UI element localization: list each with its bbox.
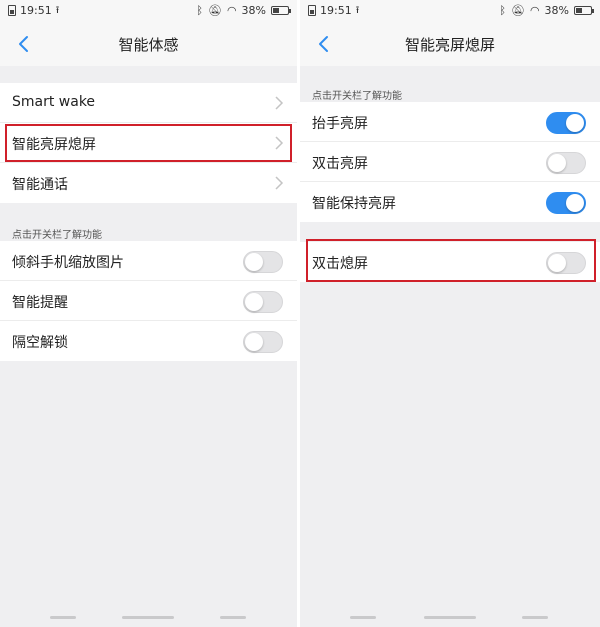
nav-item-label: Smart wake (12, 94, 96, 110)
nav-item-smart-screen[interactable]: 智能亮屏熄屏 (0, 123, 297, 163)
chevron-right-icon (275, 136, 284, 150)
chevron-right-icon (275, 96, 284, 110)
toggle-row-smart-stay-awake[interactable]: 智能保持亮屏 (300, 182, 600, 222)
page-title: 智能亮屏熄屏 (404, 36, 495, 54)
toggle-knob (245, 253, 263, 271)
toggle-switch[interactable] (546, 112, 586, 134)
toggle-switch[interactable] (546, 192, 586, 214)
toggle-switch[interactable] (243, 331, 283, 353)
mute-icon: 🔕︎ (207, 4, 222, 17)
toggle-row-double-tap-wake[interactable]: 双击亮屏 (300, 142, 600, 182)
nav-item-label: 智能亮屏熄屏 (12, 137, 96, 153)
home-bar-recent[interactable] (220, 616, 246, 619)
wifi-icon: ◠ (529, 4, 540, 17)
toggle-knob (245, 293, 263, 311)
toggle-switch[interactable] (546, 252, 586, 274)
battery-icon (574, 6, 594, 15)
toggle-list: 抬手亮屏 双击亮屏 智能保持亮屏 (300, 102, 600, 222)
nav-item-smart-call[interactable]: 智能通话 (0, 163, 297, 203)
nav-list: Smart wake 智能亮屏熄屏 智能通话 (0, 83, 297, 203)
home-bar-back[interactable] (50, 616, 76, 619)
toggle-row-air-unlock[interactable]: 隔空解锁 (0, 321, 297, 361)
mute-icon: 🔕︎ (510, 4, 525, 17)
nav-bar: 智能体感 (0, 22, 297, 66)
section-header: 点击开关栏了解功能 (12, 230, 102, 241)
section-header: 点击开关栏了解功能 (312, 91, 402, 102)
home-bar-back[interactable] (350, 616, 376, 619)
toggle-label: 隔空解锁 (12, 335, 68, 351)
toggle-label: 双击熄屏 (312, 256, 368, 272)
toggle-switch[interactable] (546, 152, 586, 174)
home-bar-home[interactable] (122, 616, 174, 619)
bluetooth-icon: ᛒ (499, 4, 506, 17)
sim-icon (8, 5, 16, 16)
toggle-knob (566, 194, 584, 212)
home-bar-home[interactable] (424, 616, 476, 619)
toggle-row-raise-wake[interactable]: 抬手亮屏 (300, 102, 600, 142)
status-time: 19:51 (320, 4, 352, 17)
status-bar: 19:51 ⭱ ᛒ 🔕︎ ◠ 38% (0, 0, 297, 22)
nav-item-smart-wake[interactable]: Smart wake (0, 83, 297, 123)
toggle-label: 智能提醒 (12, 295, 68, 311)
upload-icon: ⭱ (55, 4, 60, 16)
wifi-icon: ◠ (226, 4, 237, 17)
nav-bar: 智能亮屏熄屏 (300, 22, 600, 66)
page-title: 智能体感 (118, 36, 179, 54)
battery-percent: 38% (544, 4, 569, 17)
toggle-knob (245, 333, 263, 351)
standalone-toggle-section: 双击熄屏 (300, 242, 600, 282)
sim-icon (308, 5, 316, 16)
battery-icon (271, 6, 291, 15)
toggle-switch[interactable] (243, 251, 283, 273)
left-screen: 19:51 ⭱ ᛒ 🔕︎ ◠ 38% 智能体感 Smart wake 智能亮屏熄… (0, 0, 297, 627)
right-screen: 19:51 ⭱ ᛒ 🔕︎ ◠ 38% 智能亮屏熄屏 点击开关栏了解功能 抬手亮屏… (300, 0, 600, 627)
chevron-right-icon (275, 176, 284, 190)
toggle-knob (548, 254, 566, 272)
toggle-label: 智能保持亮屏 (312, 196, 396, 212)
status-time: 19:51 (20, 4, 52, 17)
toggle-knob (548, 154, 566, 172)
toggle-list: 倾斜手机缩放图片 智能提醒 隔空解锁 (0, 241, 297, 361)
battery-percent: 38% (241, 4, 266, 17)
status-bar: 19:51 ⭱ ᛒ 🔕︎ ◠ 38% (300, 0, 600, 22)
toggle-knob (566, 114, 584, 132)
home-bar-recent[interactable] (522, 616, 548, 619)
bluetooth-icon: ᛒ (196, 4, 203, 17)
toggle-label: 倾斜手机缩放图片 (12, 255, 124, 271)
toggle-row-double-tap-sleep[interactable]: 双击熄屏 (300, 242, 600, 282)
toggle-label: 双击亮屏 (312, 156, 368, 172)
toggle-row-tilt-zoom[interactable]: 倾斜手机缩放图片 (0, 241, 297, 281)
upload-icon: ⭱ (355, 4, 360, 16)
nav-item-label: 智能通话 (12, 177, 68, 193)
toggle-switch[interactable] (243, 291, 283, 313)
toggle-row-smart-reminder[interactable]: 智能提醒 (0, 281, 297, 321)
toggle-label: 抬手亮屏 (312, 116, 368, 132)
